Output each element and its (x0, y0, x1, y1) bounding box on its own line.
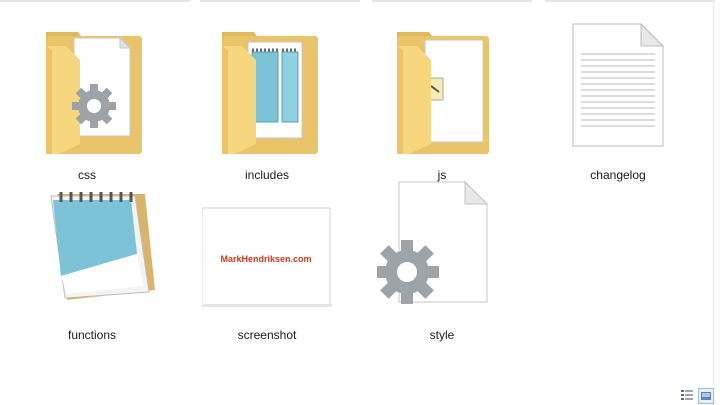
file-name: changelog (590, 168, 646, 182)
folder-script-icon (397, 32, 489, 154)
image-thumbnail-icon: MarkHendriksen.com (202, 207, 332, 307)
file-name: style (429, 328, 455, 342)
thumbnail-brand-text: MarkHendriksen.com (220, 254, 311, 264)
text-document-icon (572, 22, 665, 147)
folder-settings-icon (46, 32, 142, 154)
large-icons-view-icon[interactable] (698, 388, 714, 404)
file-item-css[interactable]: css (22, 20, 152, 190)
file-item-changelog[interactable]: changelog (553, 20, 683, 190)
explorer-window: css includes js changelog functions Mark… (0, 0, 720, 405)
settings-file-icon (377, 180, 489, 304)
file-item-js[interactable]: js (377, 20, 507, 190)
file-view-area: css includes js changelog functions Mark… (0, 0, 714, 385)
folder-notepad-icon (222, 32, 318, 154)
file-item-style[interactable]: style (377, 180, 507, 350)
file-name: functions (67, 328, 117, 342)
status-bar (0, 384, 720, 405)
notepad-icon (50, 192, 155, 300)
details-view-icon[interactable] (680, 388, 694, 402)
file-item-screenshot[interactable]: MarkHendriksen.com screenshot (202, 180, 332, 350)
file-item-functions[interactable]: functions (27, 180, 157, 350)
file-item-includes[interactable]: includes (202, 20, 332, 190)
file-name: screenshot (237, 328, 297, 342)
